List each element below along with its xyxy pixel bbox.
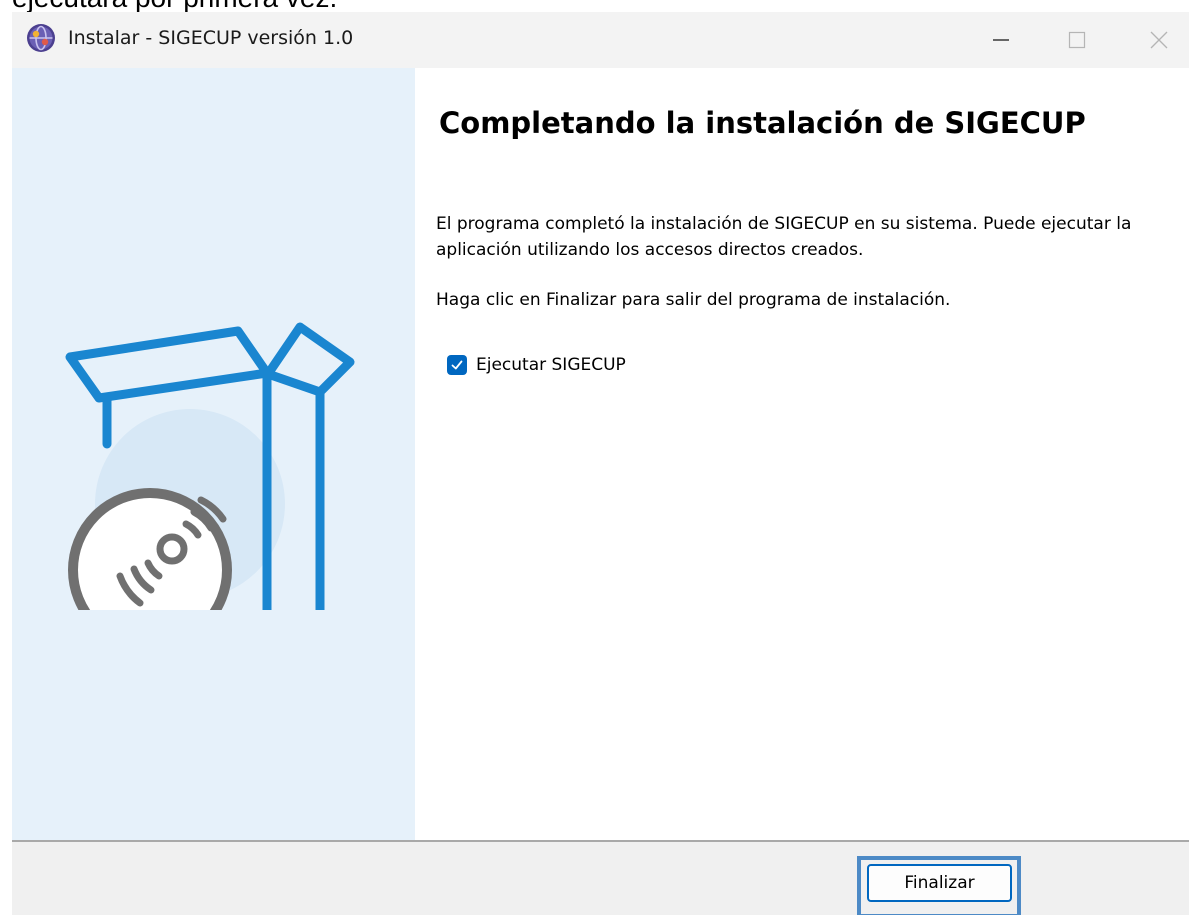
wizard-content: Completando la instalación de SIGECUP El…	[415, 68, 1189, 840]
run-app-label: Ejecutar SIGECUP	[476, 355, 626, 375]
completion-message: El programa completó la instalación de S…	[436, 214, 1132, 260]
minimize-button[interactable]	[972, 12, 1030, 68]
maximize-icon	[1068, 31, 1086, 49]
page-title: Completando la instalación de SIGECUP	[439, 106, 1086, 140]
run-app-checkbox[interactable]	[447, 355, 467, 375]
close-icon	[1150, 31, 1168, 49]
checkmark-icon	[451, 360, 463, 370]
wizard-footer: Finalizar	[12, 840, 1189, 915]
box-with-disc-illustration	[65, 322, 355, 610]
finish-instruction: Haga clic en Finalizar para salir del pr…	[436, 290, 951, 310]
close-button[interactable]	[1130, 12, 1188, 68]
maximize-button[interactable]	[1048, 12, 1106, 68]
title-bar[interactable]: Instalar - SIGECUP versión 1.0	[12, 12, 1189, 68]
window-title: Instalar - SIGECUP versión 1.0	[68, 27, 354, 49]
minimize-icon	[993, 39, 1009, 41]
run-app-checkbox-option[interactable]: Ejecutar SIGECUP	[447, 352, 626, 378]
setup-globe-icon	[26, 23, 56, 53]
wizard-sidebar-panel	[12, 68, 415, 840]
installer-window: Instalar - SIGECUP versión 1.0 Completan…	[12, 12, 1189, 915]
finish-button[interactable]: Finalizar	[867, 864, 1012, 902]
